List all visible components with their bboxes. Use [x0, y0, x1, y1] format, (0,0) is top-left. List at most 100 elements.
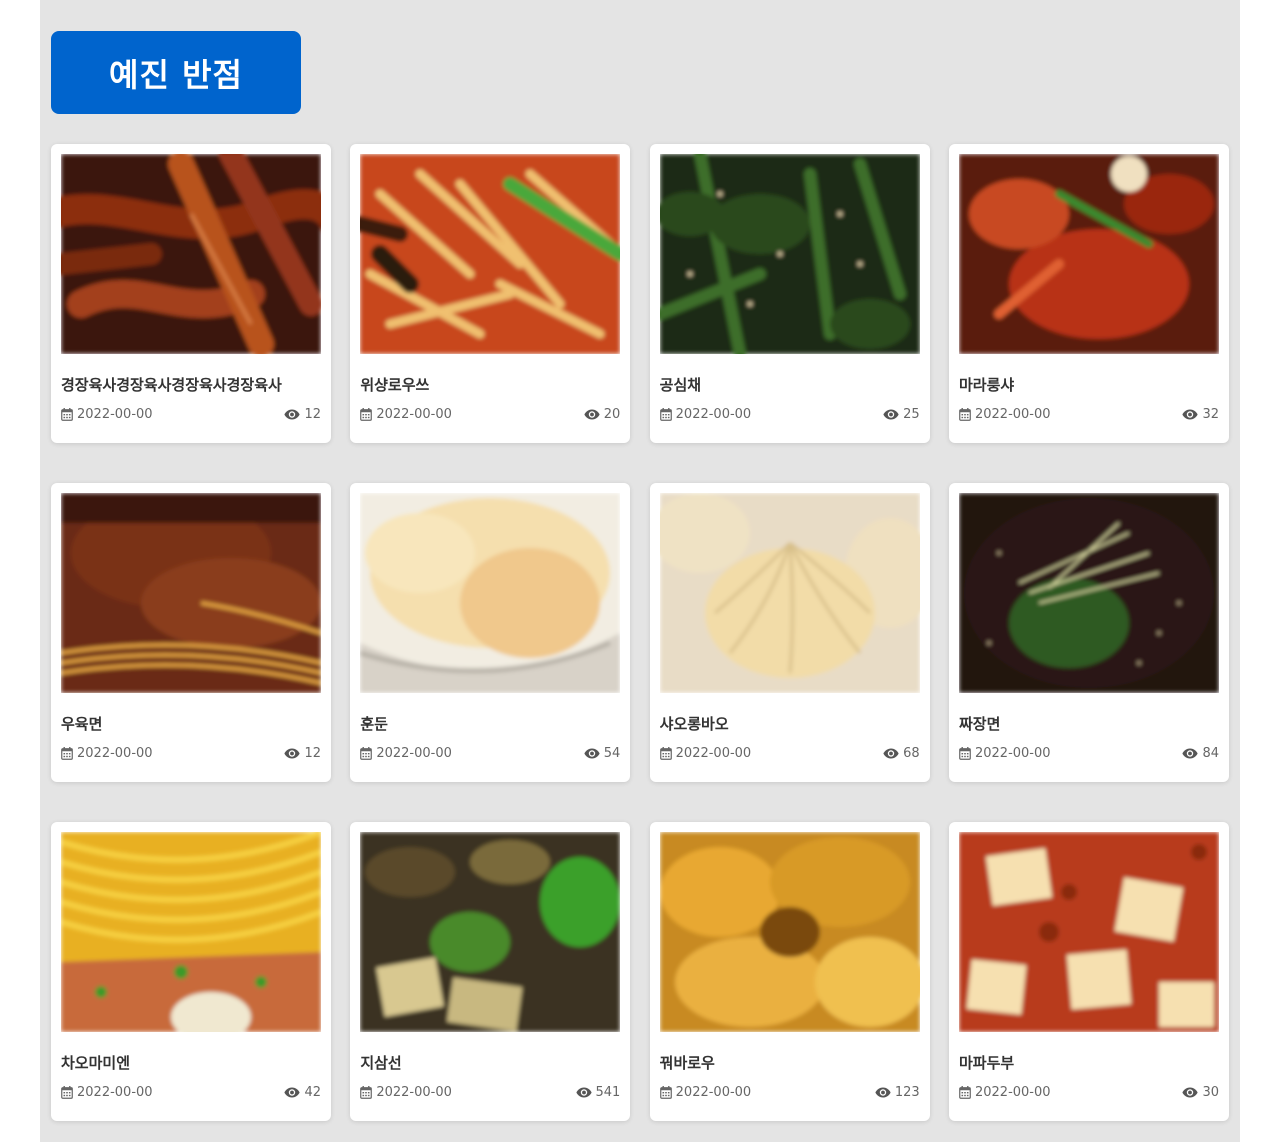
food-photo-chaomamian [61, 832, 321, 1032]
card-title: 경장육사경장육사경장육사경장육사 [61, 376, 282, 394]
food-photo [360, 154, 621, 354]
eye-icon [883, 409, 899, 420]
food-photo [659, 154, 920, 354]
menu-card-grid: 경장육사경장육사경장육사경장육사 2022-00-00 12 위샹로우쓰 202… [51, 144, 1229, 1121]
card-meta: 2022-00-00 30 [959, 1084, 1219, 1100]
card-title: 마파두부 [958, 1054, 1015, 1072]
menu-card[interactable]: 훈둔 2022-00-00 54 [350, 483, 631, 782]
menu-card[interactable]: 짜장면 2022-00-00 84 [948, 483, 1229, 782]
food-photo [61, 154, 321, 354]
card-date: 2022-00-00 [675, 1084, 752, 1100]
card-meta: 2022-00-00 12 [61, 745, 321, 761]
food-photo [61, 493, 321, 693]
date-group: 2022-00-00 [659, 745, 752, 761]
menu-card[interactable]: 꿔바로우 2022-00-00 123 [649, 822, 930, 1121]
card-meta: 2022-00-00 68 [659, 745, 920, 761]
card-meta: 2022-00-00 25 [659, 406, 920, 422]
calendar-icon [360, 1085, 373, 1099]
view-count: 68 [903, 745, 920, 761]
card-date: 2022-00-00 [974, 406, 1051, 422]
card-title: 지삼선 [360, 1054, 402, 1072]
card-title: 마라룽샤 [958, 376, 1015, 394]
date-group: 2022-00-00 [959, 407, 1051, 422]
eye-icon [1182, 748, 1199, 759]
eye-icon [875, 1087, 891, 1098]
date-group: 2022-00-00 [61, 407, 153, 422]
food-photo [958, 493, 1219, 693]
food-photo [360, 832, 621, 1032]
calendar-icon [959, 746, 971, 760]
food-photo [659, 832, 920, 1032]
views-group: 68 [883, 746, 920, 761]
view-count: 25 [903, 406, 920, 422]
eye-icon [284, 409, 301, 420]
restaurant-title-button[interactable]: 예진 반점 [51, 31, 301, 114]
calendar-icon [659, 746, 672, 760]
eye-icon [584, 409, 600, 420]
food-photo-wonton [360, 493, 621, 693]
card-date: 2022-00-00 [675, 745, 752, 761]
card-meta: 2022-00-00 32 [959, 406, 1219, 422]
views-group: 42 [284, 1085, 321, 1100]
date-group: 2022-00-00 [360, 407, 452, 422]
eye-icon [883, 748, 899, 759]
date-group: 2022-00-00 [360, 1085, 452, 1100]
date-group: 2022-00-00 [61, 1085, 153, 1100]
menu-card[interactable]: 우육면 2022-00-00 12 [51, 483, 331, 782]
food-photo-mapo-tofu [958, 832, 1219, 1032]
card-meta: 2022-00-00 20 [360, 406, 620, 422]
card-title: 차오마미엔 [61, 1054, 131, 1072]
menu-card[interactable]: 경장육사경장육사경장육사경장육사 2022-00-00 12 [51, 144, 331, 443]
calendar-icon [61, 407, 73, 421]
view-count: 54 [603, 745, 621, 761]
view-count: 12 [304, 745, 321, 761]
menu-card[interactable]: 마라룽샤 2022-00-00 32 [948, 144, 1229, 443]
food-photo-mala-crayfish [958, 154, 1219, 354]
calendar-icon [61, 746, 73, 760]
eye-icon [584, 748, 600, 759]
card-meta: 2022-00-00 12 [61, 406, 321, 422]
date-group: 2022-00-00 [659, 407, 751, 422]
food-photo-guobaorou [659, 832, 920, 1032]
food-photo [659, 493, 920, 693]
eye-icon [1182, 1087, 1199, 1098]
views-group: 84 [1182, 746, 1219, 761]
page-container: 예진 반점 경장육사경장육사경장육사경장육사 2022-00-00 12 위샹로… [40, 0, 1240, 1142]
food-photo-disanxian [360, 832, 621, 1032]
card-date: 2022-00-00 [376, 745, 452, 761]
card-meta: 2022-00-00 123 [659, 1084, 920, 1100]
food-photo [958, 832, 1219, 1032]
card-date: 2022-00-00 [974, 745, 1051, 761]
menu-card[interactable]: 샤오롱바오 2022-00-00 68 [649, 483, 930, 782]
date-group: 2022-00-00 [61, 746, 153, 761]
food-photo [958, 154, 1219, 354]
view-count: 123 [894, 1084, 920, 1100]
view-count: 20 [603, 406, 621, 422]
card-date: 2022-00-00 [77, 1084, 153, 1100]
card-date: 2022-00-00 [974, 1084, 1051, 1100]
food-photo [61, 832, 321, 1032]
food-photo-water-spinach [659, 154, 920, 354]
calendar-icon [659, 1085, 672, 1099]
menu-card[interactable]: 위샹로우쓰 2022-00-00 20 [350, 144, 631, 443]
views-group: 54 [584, 745, 621, 761]
card-title: 샤오롱바오 [659, 715, 729, 733]
food-photo [360, 493, 621, 693]
menu-card[interactable]: 차오마미엔 2022-00-00 42 [51, 822, 331, 1121]
date-group: 2022-00-00 [360, 746, 452, 761]
card-meta: 2022-00-00 54 [360, 745, 620, 761]
view-count: 541 [595, 1084, 621, 1100]
menu-card[interactable]: 공심채 2022-00-00 25 [649, 144, 930, 443]
views-group: 25 [883, 407, 920, 422]
views-group: 20 [584, 406, 621, 422]
food-photo-jajangmyeon [958, 493, 1219, 693]
menu-card[interactable]: 마파두부 2022-00-00 30 [948, 822, 1229, 1121]
views-group: 123 [875, 1085, 920, 1100]
date-group: 2022-00-00 [959, 746, 1051, 761]
view-count: 32 [1202, 406, 1219, 422]
card-meta: 2022-00-00 42 [61, 1084, 321, 1100]
views-group: 32 [1182, 407, 1219, 422]
views-group: 12 [284, 746, 321, 761]
menu-card[interactable]: 지삼선 2022-00-00 541 [350, 822, 631, 1121]
calendar-icon [360, 407, 373, 421]
